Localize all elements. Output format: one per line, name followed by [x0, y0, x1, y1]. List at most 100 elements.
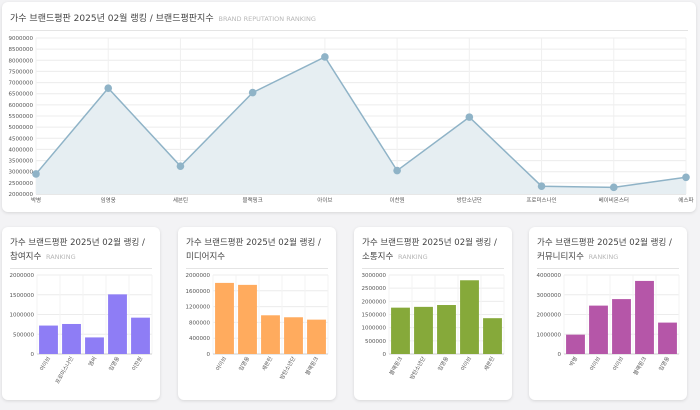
- y-tick-label: 4000000: [537, 273, 562, 279]
- y-tick-label: 400000: [189, 336, 210, 342]
- data-point: [609, 183, 618, 192]
- y-tick-label: 4000000: [9, 147, 34, 153]
- x-tick-label: 아이브: [459, 355, 474, 372]
- y-tick-label: 5000000: [9, 125, 34, 131]
- x-tick-label: 엠씨: [86, 355, 98, 368]
- main-chart-card: 가수 브랜드평판 2025년 02월 랭킹 / 브랜드평판지수 BRAND RE…: [2, 2, 696, 212]
- x-tick-label: 블랙핑크: [631, 355, 648, 377]
- x-tick-label: 이찬원: [390, 196, 405, 204]
- x-tick-label: 블랙핑크: [387, 355, 404, 377]
- bar: [39, 325, 58, 354]
- y-tick-label: 0: [31, 352, 35, 358]
- y-tick-label: 3000000: [362, 273, 387, 279]
- y-tick-label: 800000: [189, 320, 210, 326]
- x-tick-label: 세븐틴: [260, 355, 275, 372]
- x-tick-label: 세븐틴: [482, 355, 497, 372]
- x-tick-label: 프로미스나인: [526, 196, 556, 204]
- y-tick-label: 1500000: [10, 293, 35, 299]
- bar: [131, 317, 150, 354]
- bar: [589, 305, 608, 354]
- y-tick-label: 2500000: [9, 181, 34, 187]
- bar: [238, 284, 257, 354]
- x-tick-label: 아이브: [588, 355, 603, 372]
- y-tick-label: 2000000: [537, 313, 562, 319]
- communication-bar-chart: 3000000 2500000 2000000 1500000 1000000 50000…: [362, 273, 505, 381]
- bar: [284, 317, 303, 354]
- x-tick-label: 아이브: [611, 355, 626, 372]
- y-tick-label: 1000000: [537, 332, 562, 338]
- participation-chart-card: 가수 브랜드평판 2025년 02월 랭킹 / 참여지수 RANKING 200…: [2, 227, 160, 400]
- x-tick-label: 이찬원: [130, 355, 145, 372]
- data-point: [393, 166, 401, 175]
- y-tick-label: 1000000: [362, 326, 387, 332]
- y-tick-label: 8000000: [9, 58, 34, 64]
- y-tick-label: 2000000: [10, 273, 35, 279]
- y-tick-label: 4500000: [9, 136, 34, 142]
- y-tick-label: 0: [558, 352, 562, 358]
- y-tick-label: 1200000: [186, 305, 211, 311]
- bar: [483, 318, 502, 354]
- bar: [566, 334, 585, 354]
- data-point: [248, 88, 257, 97]
- bar: [261, 315, 280, 354]
- community-bar-chart: 4000000 3000000 2000000 1000000 0 박병 아이브 아이브 블랙핑…: [537, 273, 680, 377]
- participation-bar-chart: 2000000 1500000 1000000 500000 0아이브 프로미스나인 엠씨 임…: [10, 273, 153, 385]
- y-tick-label: 2000000: [9, 192, 34, 198]
- y-tick-label: 3500000: [9, 159, 34, 165]
- x-tick-label: 방탄소년단: [457, 196, 482, 204]
- bar: [307, 319, 326, 354]
- x-tick-label: 아이브: [317, 196, 332, 204]
- bar: [108, 294, 127, 354]
- y-tick-label: 6500000: [9, 92, 34, 98]
- bar: [437, 305, 456, 354]
- y-tick-label: 5500000: [9, 114, 34, 120]
- x-tick-label: 에스파: [678, 196, 693, 204]
- y-tick-label: 0: [383, 352, 387, 358]
- x-tick-label: 임영웅: [107, 355, 122, 372]
- x-tick-label: 프로미스나인: [53, 355, 75, 385]
- y-tick-label: 1600000: [186, 289, 211, 295]
- data-point: [176, 162, 185, 170]
- y-tick-label: 7500000: [9, 69, 34, 75]
- x-tick-label: 아이브: [38, 355, 53, 372]
- x-tick-label: 박병: [31, 196, 41, 204]
- bar: [658, 322, 677, 354]
- x-tick-label: 블랙핑크: [243, 196, 263, 204]
- x-tick-label: 아이브: [214, 355, 229, 372]
- y-tick-label: 7000000: [9, 81, 34, 87]
- y-tick-label: 2000000: [362, 299, 387, 305]
- y-tick-label: 0: [207, 352, 211, 358]
- x-tick-label: 베이비몬스터: [599, 196, 629, 204]
- bar: [635, 280, 654, 354]
- bar: [391, 307, 410, 354]
- y-tick-label: 2000000: [186, 273, 211, 279]
- x-tick-label: 방탄소년단: [408, 355, 428, 381]
- y-tick-label: 500000: [13, 332, 34, 338]
- y-tick-label: 6000000: [9, 103, 34, 109]
- bar: [215, 282, 234, 354]
- data-point: [32, 170, 40, 178]
- bar: [62, 323, 81, 354]
- data-point: [104, 84, 113, 92]
- x-tick-label: 방탄소년단: [278, 355, 298, 381]
- y-tick-label: 2500000: [362, 286, 387, 292]
- bar: [460, 280, 479, 354]
- y-tick-label: 3000000: [537, 293, 562, 299]
- y-tick-label: 9000000: [9, 36, 34, 42]
- x-tick-label: 임영웅: [436, 355, 451, 372]
- y-tick-label: 1000000: [10, 313, 35, 319]
- bar: [414, 306, 433, 354]
- y-tick-label: 1500000: [362, 313, 387, 319]
- bar: [612, 299, 631, 354]
- x-tick-label: 블랙핑크: [303, 355, 320, 377]
- series-area: [36, 56, 686, 194]
- media-chart-card: 가수 브랜드평판 2025년 02월 랭킹 / 미디어지수 2000000 160…: [178, 227, 336, 400]
- x-tick-label: 임영웅: [657, 355, 672, 372]
- y-tick-label: 8500000: [9, 47, 34, 53]
- x-tick-label: 박병: [567, 355, 579, 368]
- x-tick-label: 임영웅: [237, 355, 252, 372]
- bar: [85, 337, 104, 354]
- x-tick-label: 세븐틴: [173, 196, 188, 204]
- data-point: [537, 182, 546, 190]
- x-tick-label: 임영웅: [101, 196, 116, 204]
